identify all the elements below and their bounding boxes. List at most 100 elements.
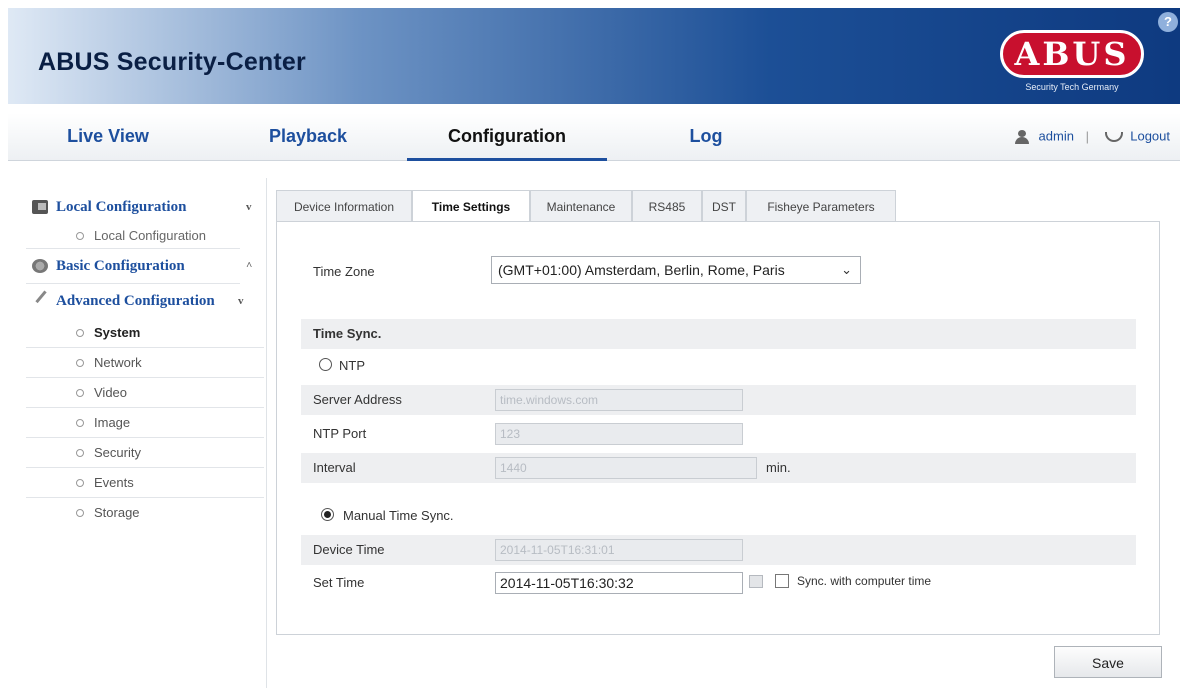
nav-separator: | [1085,128,1089,144]
sidebar-item-label: Image [94,415,131,430]
manual-sync-radio[interactable] [321,508,334,521]
nav-tab-playback[interactable]: Playback [208,113,408,161]
nav-tab-live-view[interactable]: Live View [8,113,208,161]
sync-computer-checkbox[interactable] [775,574,789,588]
content-divider [266,178,267,688]
sidebar-section-label: Advanced Configuration [56,293,215,309]
user-area: admin | Logout [1014,113,1170,161]
interval-label: Interval [313,460,356,475]
server-address-label: Server Address [313,392,402,407]
logo-text: ABUS [1014,35,1130,73]
sidebar-section-local[interactable]: Local Configuration v [26,190,264,224]
time-zone-select[interactable]: (GMT+01:00) Amsterdam, Berlin, Rome, Par… [491,256,861,284]
manual-sync-label: Manual Time Sync. [343,508,454,523]
nav-tab-log[interactable]: Log [606,113,806,161]
logout-icon[interactable] [1104,131,1123,142]
sidebar-item-security[interactable]: Security [26,438,264,468]
sidebar-item-label: Local Configuration [94,228,207,243]
tab-label: Maintenance [546,200,616,214]
sidebar-section-label: Local Configuration [56,199,187,215]
abus-logo: ABUS Security Tech Germany [996,30,1148,98]
local-config-list: Local Configuration [26,224,264,248]
chevron-down-icon: v [238,295,244,307]
nav-tab-label: Log [689,126,723,146]
app-title: ABUS Security-Center [38,48,306,76]
sidebar-item-video[interactable]: Video [26,378,264,408]
tab-time-settings[interactable]: Time Settings [412,190,530,222]
logout-link[interactable]: Logout [1130,129,1170,144]
main-nav: Live View Playback Configuration Log adm… [8,113,1180,161]
tab-label: Time Settings [431,200,511,214]
chevron-up-icon: ^ [246,260,253,272]
sidebar-item-storage[interactable]: Storage [26,498,264,528]
time-zone-value: (GMT+01:00) Amsterdam, Berlin, Rome, Par… [498,262,785,278]
help-icon[interactable]: ? [1158,12,1178,32]
logo-subtitle: Security Tech Germany [1025,82,1119,92]
nav-tab-label: Configuration [448,126,566,146]
device-time-row: Device Time 2014-11-05T16:31:01 [301,535,1136,565]
interval-unit: min. [766,460,791,475]
interval-row: Interval 1440 min. [301,453,1136,483]
tab-rs485[interactable]: RS485 [632,190,702,222]
nav-tab-label: Playback [268,126,348,146]
time-settings-panel: Time Zone (GMT+01:00) Amsterdam, Berlin,… [276,221,1160,635]
sidebar-section-advanced[interactable]: Advanced Configuration v [26,284,264,318]
interval-field[interactable]: 1440 [495,457,757,479]
logo-oval: ABUS [1000,30,1144,78]
server-address-field[interactable]: time.windows.com [495,389,743,411]
ntp-row: NTP [301,350,1136,380]
sidebar-item-label: Events [94,475,134,490]
ntp-radio[interactable] [319,358,332,371]
sidebar-item-image[interactable]: Image [26,408,264,438]
sidebar-item-label: Network [94,355,142,370]
sidebar-item-label: Storage [94,505,140,520]
sidebar-section-label: Basic Configuration [56,258,185,274]
server-address-row: Server Address time.windows.com [301,385,1136,415]
sidebar-item-local-configuration[interactable]: Local Configuration [26,224,264,248]
save-button[interactable]: Save [1054,646,1162,678]
calendar-icon[interactable] [749,575,763,588]
sidebar-item-events[interactable]: Events [26,468,264,498]
sidebar-item-label: System [94,325,141,340]
tab-label: Device Information [293,200,395,214]
username[interactable]: admin [1039,129,1074,144]
chevron-down-icon: v [246,201,252,213]
sidebar-item-network[interactable]: Network [26,348,264,378]
nav-tab-label: Live View [67,126,149,146]
chevron-down-icon: ⌄ [841,262,852,277]
set-time-field[interactable]: 2014-11-05T16:30:32 [495,572,743,594]
time-zone-label: Time Zone [313,264,375,279]
set-time-label: Set Time [313,575,365,590]
time-sync-heading: Time Sync. [313,326,382,341]
user-icon [1014,129,1029,144]
device-time-label: Device Time [313,542,385,557]
sidebar-item-label: Video [94,385,128,400]
manual-sync-row: Manual Time Sync. [301,500,1136,530]
ntp-port-field[interactable]: 123 [495,423,743,445]
ntp-port-label: NTP Port [313,426,367,441]
tab-device-information[interactable]: Device Information [276,190,412,222]
ntp-port-row: NTP Port 123 [301,419,1136,449]
config-sidebar: Local Configuration v Local Configuratio… [26,190,264,528]
tab-label: Fisheye Parameters [767,200,875,214]
app-header: ABUS Security-Center ABUS Security Tech … [8,8,1180,104]
ntp-label: NTP [339,358,365,373]
device-time-field: 2014-11-05T16:31:01 [495,539,743,561]
time-sync-header: Time Sync. [301,319,1136,349]
set-time-row: Set Time 2014-11-05T16:30:32 Sync. with … [301,568,1136,598]
gear-icon [32,259,48,273]
sync-computer-label: Sync. with computer time [797,574,932,588]
tab-maintenance[interactable]: Maintenance [530,190,632,222]
sidebar-section-basic[interactable]: Basic Configuration ^ [26,249,264,283]
local-config-icon [32,200,48,214]
active-tab-underline [407,158,607,161]
sidebar-item-system[interactable]: System [26,318,264,348]
nav-tab-configuration[interactable]: Configuration [407,113,607,161]
tab-label: DST [712,200,736,214]
wrench-icon [35,290,57,312]
advanced-config-list: System Network Video Image Security Even… [26,318,264,528]
tab-label: RS485 [648,200,686,214]
tab-dst[interactable]: DST [702,190,746,222]
sidebar-item-label: Security [94,445,141,460]
tab-fisheye-parameters[interactable]: Fisheye Parameters [746,190,896,222]
